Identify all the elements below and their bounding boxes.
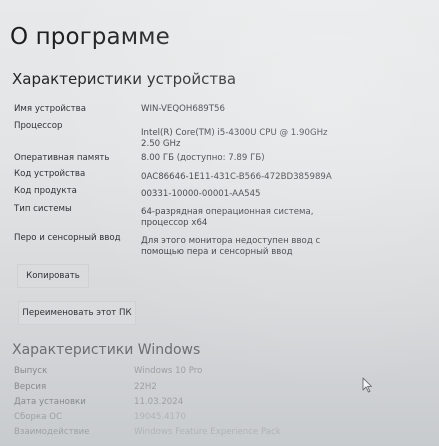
spec-value[interactable]: 11.03.2024 [134, 397, 183, 408]
mouse-pointer-icon [362, 377, 372, 393]
rename-pc-button[interactable]: Переименовать этот ПК [18, 301, 136, 325]
spec-value[interactable]: 0AC86646-1E11-431C-B566-472BD385989A [141, 172, 332, 183]
spec-value[interactable]: 19045.4170 [134, 412, 186, 423]
spec-value[interactable]: Windows Feature Experience Pack [134, 427, 281, 438]
spec-value[interactable]: 64-разрядная операционная система, [141, 207, 313, 218]
spec-value[interactable]: WIN-VEQOH689T56 [141, 104, 225, 115]
copy-button[interactable]: Копировать [17, 264, 89, 288]
device-specs-heading: Характеристики устройства [12, 70, 237, 88]
spec-value[interactable]: Intel(R) Core(TM) i5-4300U CPU @ 1.90GHz [141, 128, 328, 139]
spec-label: Версия [14, 382, 47, 392]
spec-value[interactable]: 22H2 [134, 382, 157, 393]
spec-label: Код устройства [14, 169, 86, 179]
spec-value-line2[interactable]: помощью пера и сенсорный ввод [141, 247, 293, 258]
spec-value[interactable]: 8.00 ГБ (доступно: 7.89 ГБ) [141, 153, 265, 164]
spec-value[interactable]: 00331-10000-00001-AA545 [141, 189, 261, 200]
windows-specs-heading: Характеристики Windows [12, 342, 201, 358]
spec-value-line2[interactable]: 2.50 GHz [141, 139, 181, 150]
spec-label: Тип системы [14, 204, 72, 214]
spec-label: Дата установки [14, 397, 86, 407]
spec-label: Сборка ОС [14, 412, 62, 422]
spec-label: Имя устройства [14, 104, 86, 114]
spec-label: Перо и сенсорный ввод [14, 233, 121, 243]
spec-label: Процессор [14, 121, 63, 131]
spec-value-line2[interactable]: процессор x64 [141, 218, 207, 229]
spec-label: Код продукта [14, 186, 77, 196]
spec-label: Взаимодействие [14, 427, 90, 437]
spec-label: Выпуск [14, 366, 48, 376]
about-page: О программе Характеристики устройства Им… [0, 0, 439, 446]
spec-label: Оперативная память [14, 153, 110, 163]
spec-value[interactable]: Windows 10 Pro [134, 366, 202, 377]
page-title: О программе [10, 24, 170, 50]
spec-value[interactable]: Для этого монитора недоступен ввод с [141, 236, 320, 247]
